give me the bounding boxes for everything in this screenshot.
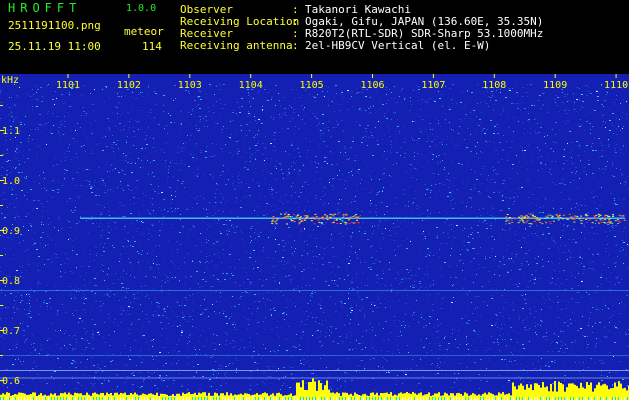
app-version: 1.0.0 (126, 3, 157, 14)
y-tick-label: 1.1 (2, 126, 20, 137)
app-title: HROFFT (8, 1, 82, 15)
file-name: 2511191100.png (8, 19, 101, 32)
x-tick-label: 1110 (604, 80, 628, 91)
info-label-antenna: Receiving antenna (180, 39, 293, 52)
y-tick-label: 0.9 (2, 226, 20, 237)
y-tick (0, 380, 4, 381)
y-minor-tick (0, 205, 3, 206)
faint-line (0, 355, 629, 356)
y-minor-tick (0, 330, 3, 331)
meteor-count: 114 (142, 40, 162, 53)
y-minor-tick (0, 255, 3, 256)
y-minor-tick (0, 105, 3, 106)
x-tick-label: 1103 (178, 80, 202, 91)
x-tick (554, 74, 556, 78)
faint-line (0, 370, 629, 371)
x-tick-label: 1104 (239, 80, 263, 91)
spectrogram-background (0, 74, 629, 400)
y-minor-tick (0, 155, 3, 156)
x-tick-label: 1101 (56, 80, 80, 91)
y-tick-label: 0.7 (2, 326, 20, 337)
x-tick-label: 1109 (543, 80, 567, 91)
y-tick-label: 1.0 (2, 176, 20, 187)
info-sep: : (292, 39, 299, 52)
x-tick (432, 74, 434, 78)
y-tick-label: 0.8 (2, 276, 20, 287)
spectrogram-plot: kHz 1.1 1.0 0.9 0.8 0.7 0.6 1101 1102 1103 1104 11… (0, 74, 629, 400)
x-tick-label: 1108 (482, 80, 506, 91)
y-unit-label: kHz (1, 75, 19, 86)
meteor-label: meteor (124, 25, 164, 38)
x-tick (250, 74, 252, 78)
carrier-line (80, 217, 625, 219)
x-tick (67, 74, 69, 78)
y-minor-tick (0, 130, 3, 131)
x-tick (128, 74, 130, 78)
faint-line (0, 377, 629, 379)
header-panel: HROFFT 1.0.0 2511191100.png 25.11.19 11:… (0, 0, 629, 74)
x-tick (615, 74, 617, 78)
x-tick-label: 1105 (300, 80, 324, 91)
x-tick (493, 74, 495, 78)
faint-line (0, 290, 629, 291)
x-tick (311, 74, 313, 78)
y-minor-tick (0, 355, 3, 356)
x-tick-label: 1106 (360, 80, 384, 91)
y-minor-tick (0, 230, 3, 231)
y-minor-tick (0, 280, 3, 281)
x-tick (372, 74, 373, 78)
y-minor-tick (0, 305, 3, 306)
y-tick-label: 0.6 (2, 376, 20, 387)
x-tick-label: 1102 (117, 80, 141, 91)
timestamp: 25.11.19 11:00 (8, 40, 101, 53)
x-tick-label: 1107 (421, 80, 445, 91)
y-minor-tick (0, 180, 3, 181)
info-value-antenna: 2el-HB9CV Vertical (el. E-W) (305, 39, 491, 52)
x-tick (189, 74, 191, 78)
